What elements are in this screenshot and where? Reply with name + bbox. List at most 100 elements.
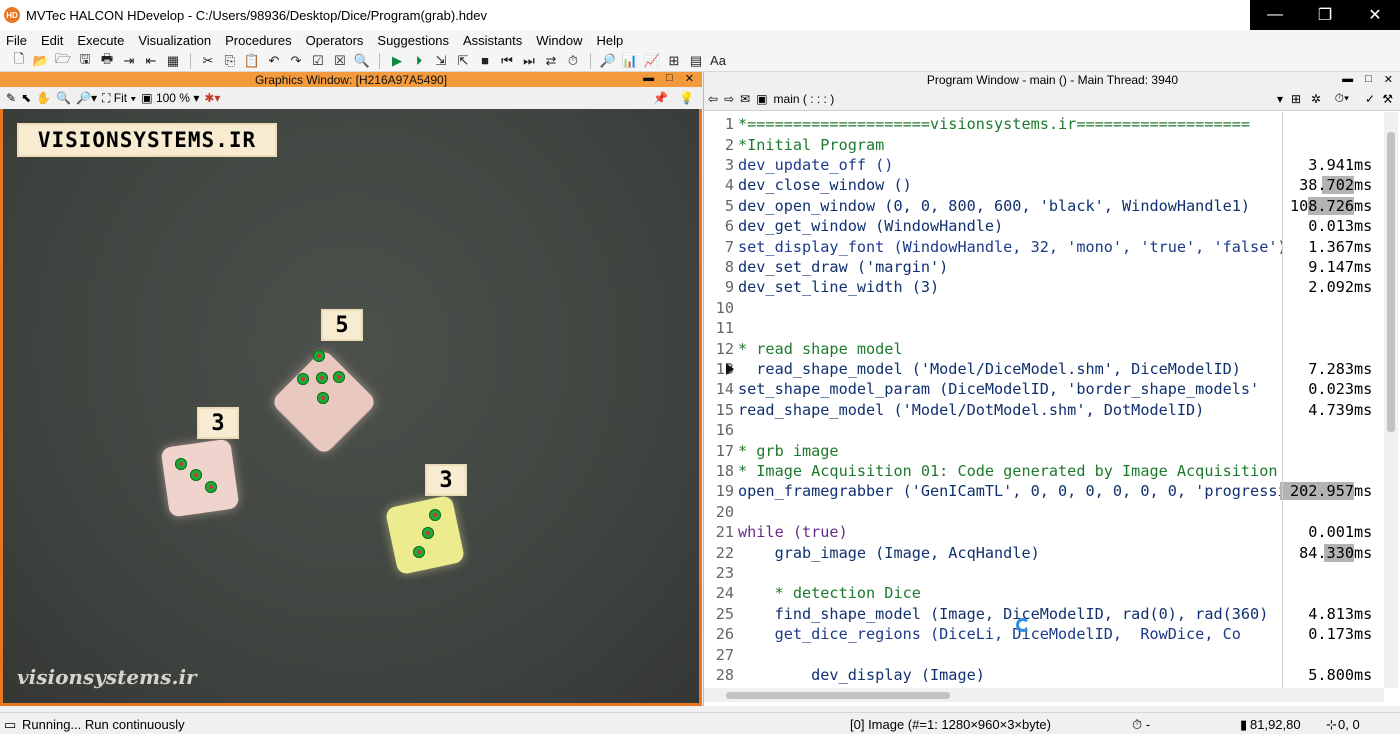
step-into-icon[interactable]: ⇲ — [432, 52, 450, 70]
find-icon[interactable]: 🔍 — [353, 52, 371, 70]
timer-icon[interactable]: ⏱▾ — [1335, 91, 1349, 106]
reset-all-icon[interactable]: ⏭ — [520, 52, 538, 70]
code-editor[interactable]: 1 *====================visionsystems.ir==… — [704, 112, 1384, 688]
step-out-icon[interactable]: ⇱ — [454, 52, 472, 70]
export-icon[interactable]: ⇥ — [120, 52, 138, 70]
deactivate-icon[interactable]: ☒ — [331, 52, 349, 70]
code-text: grab_image (Image, AcqHandle) — [738, 543, 1040, 562]
menu-suggestions[interactable]: Suggestions — [377, 33, 449, 48]
restore-button[interactable]: ❐ — [1300, 0, 1350, 30]
line-number: 10 — [715, 298, 734, 317]
colors-icon[interactable]: ✱▾ — [204, 91, 220, 105]
interface-icon[interactable]: ⊞ — [1291, 92, 1301, 106]
cut-icon[interactable]: ✂ — [199, 52, 217, 70]
line-number: 22 — [715, 543, 734, 562]
stop-icon[interactable]: ■ — [476, 52, 494, 70]
line-number: 23 — [715, 563, 734, 582]
pin-icon[interactable]: 📌 — [653, 91, 668, 105]
menu-execute[interactable]: Execute — [77, 33, 124, 48]
undo-icon[interactable]: ↶ — [265, 52, 283, 70]
zoom-window-icon[interactable]: ⊞ — [665, 52, 683, 70]
minimize-button[interactable]: — — [1250, 0, 1300, 30]
menu-procedures[interactable]: Procedures — [225, 33, 291, 48]
edit-procedure-icon[interactable]: ✉ — [740, 92, 750, 106]
run-icon[interactable]: ▶ — [388, 52, 406, 70]
step-over-icon[interactable]: ⏵ — [410, 52, 428, 70]
fit-button[interactable]: ⛶ Fit ▾ — [102, 91, 136, 106]
pw-minimize-icon[interactable]: ▬ — [1342, 73, 1353, 86]
menu-help[interactable]: Help — [596, 33, 623, 48]
lightbulb-icon[interactable]: 💡 — [679, 91, 694, 105]
tools-icon[interactable]: ⚒ — [1382, 92, 1393, 106]
menu-file[interactable]: File — [6, 33, 27, 48]
new-file-icon[interactable]: 🗋 — [10, 51, 28, 70]
line-profile-icon[interactable]: 📈 — [643, 52, 661, 70]
import-icon[interactable]: ⇤ — [142, 52, 160, 70]
gw-close-icon[interactable]: ✕ — [685, 72, 694, 85]
paste-icon[interactable]: 📋 — [243, 52, 261, 70]
program-icon[interactable]: ▦ — [164, 52, 182, 70]
open-file-icon[interactable]: 📂 — [32, 52, 50, 70]
open-recent-icon[interactable]: 🗁 — [54, 51, 72, 70]
bug-icon[interactable]: ✲ — [1311, 92, 1321, 106]
coords-value: 0, 0 — [1338, 717, 1360, 732]
program-window: Program Window - main () - Main Thread: … — [703, 72, 1400, 706]
line-number: 1 — [724, 115, 734, 134]
menu-edit[interactable]: Edit — [41, 33, 63, 48]
line-number: 15 — [715, 400, 734, 419]
coords-icon: ⊹ — [1326, 717, 1337, 732]
procedure-select[interactable]: main ( : : : ) — [774, 92, 835, 106]
redo-icon[interactable]: ↷ — [287, 52, 305, 70]
vertical-scrollbar[interactable] — [1384, 112, 1398, 688]
forward-icon[interactable]: ⇨ — [724, 92, 734, 106]
execution-time: 84.330 — [1299, 543, 1354, 562]
code-text: * read shape model — [738, 339, 903, 358]
settings-icon[interactable]: ✓ — [1365, 92, 1375, 106]
close-button[interactable]: ✕ — [1350, 0, 1400, 30]
menu-visualization[interactable]: Visualization — [138, 33, 211, 48]
image-canvas[interactable]: VISIONSYSTEMS.IR 5 3 3 visionsystems.ir — [3, 109, 699, 703]
horizontal-scrollbar[interactable] — [704, 688, 1384, 702]
pw-maximize-icon[interactable]: □ — [1365, 73, 1372, 86]
save-icon[interactable]: 🖫 — [76, 51, 94, 70]
line-number: 12 — [715, 339, 734, 358]
magnify-icon[interactable]: 🔎▾ — [76, 91, 97, 105]
draw-icon[interactable]: ✎ — [6, 91, 16, 105]
profiler-icon[interactable]: ⏱ — [564, 52, 582, 70]
print-icon[interactable]: 🖶 — [98, 51, 116, 70]
pip — [297, 373, 309, 385]
zoom-icon[interactable]: 🔍 — [56, 91, 71, 105]
menu-window[interactable]: Window — [536, 33, 582, 48]
busy-cursor-icon — [1016, 618, 1030, 632]
code-text: * detection Dice — [738, 584, 921, 603]
gw-minimize-icon[interactable]: ▬ — [643, 72, 654, 85]
pan-icon[interactable]: ✋ — [36, 91, 51, 105]
gw-maximize-icon[interactable]: □ — [666, 72, 673, 85]
inspect-icon[interactable]: 🔎 — [599, 52, 617, 70]
reset-program-icon[interactable]: ⏮ — [498, 52, 516, 70]
code-text: *====================visionsystems.ir===… — [738, 115, 1251, 134]
histogram-icon[interactable]: 📊 — [621, 52, 639, 70]
horizontal-scroll-thumb[interactable] — [726, 692, 950, 699]
time-unit: ms — [1354, 482, 1373, 501]
back-icon[interactable]: ⇦ — [708, 92, 718, 106]
pointer-icon[interactable]: ⬉ — [21, 91, 31, 105]
line-number: 26 — [715, 625, 734, 644]
menu-assistants[interactable]: Assistants — [463, 33, 522, 48]
pw-close-icon[interactable]: ✕ — [1384, 73, 1393, 86]
main-toolbar: 🗋 📂 🗁 🖫 🖶 ⇥ ⇤ ▦ ✂ ⎘ 📋 ↶ ↷ ☑ ☒ 🔍 ▶ ⏵ ⇲ ⇱ … — [0, 50, 1400, 72]
code-text: * Image Acquisition 01: Code generated b… — [738, 461, 1278, 480]
vertical-scroll-thumb[interactable] — [1387, 132, 1395, 432]
menu-operators[interactable]: Operators — [306, 33, 364, 48]
procedure-dropdown-icon[interactable]: ▾ — [1277, 92, 1283, 106]
pip — [413, 546, 425, 558]
gray-histogram-icon[interactable]: ▤ — [687, 52, 705, 70]
time-unit: ms — [1354, 155, 1373, 174]
activate-icon[interactable]: ☑ — [309, 52, 327, 70]
zoom-select[interactable]: ▣ 100 % ▾ — [141, 91, 199, 105]
breakpoint-icon[interactable]: ⇄ — [542, 52, 560, 70]
code-text: get_dice_regions (DiceLi, DiceModelID, R… — [738, 625, 1241, 644]
code-text: dev_open_window (0, 0, 800, 600, 'black'… — [738, 196, 1251, 215]
copy-icon[interactable]: ⎘ — [221, 52, 239, 70]
ocr-icon[interactable]: Aa — [709, 52, 727, 70]
